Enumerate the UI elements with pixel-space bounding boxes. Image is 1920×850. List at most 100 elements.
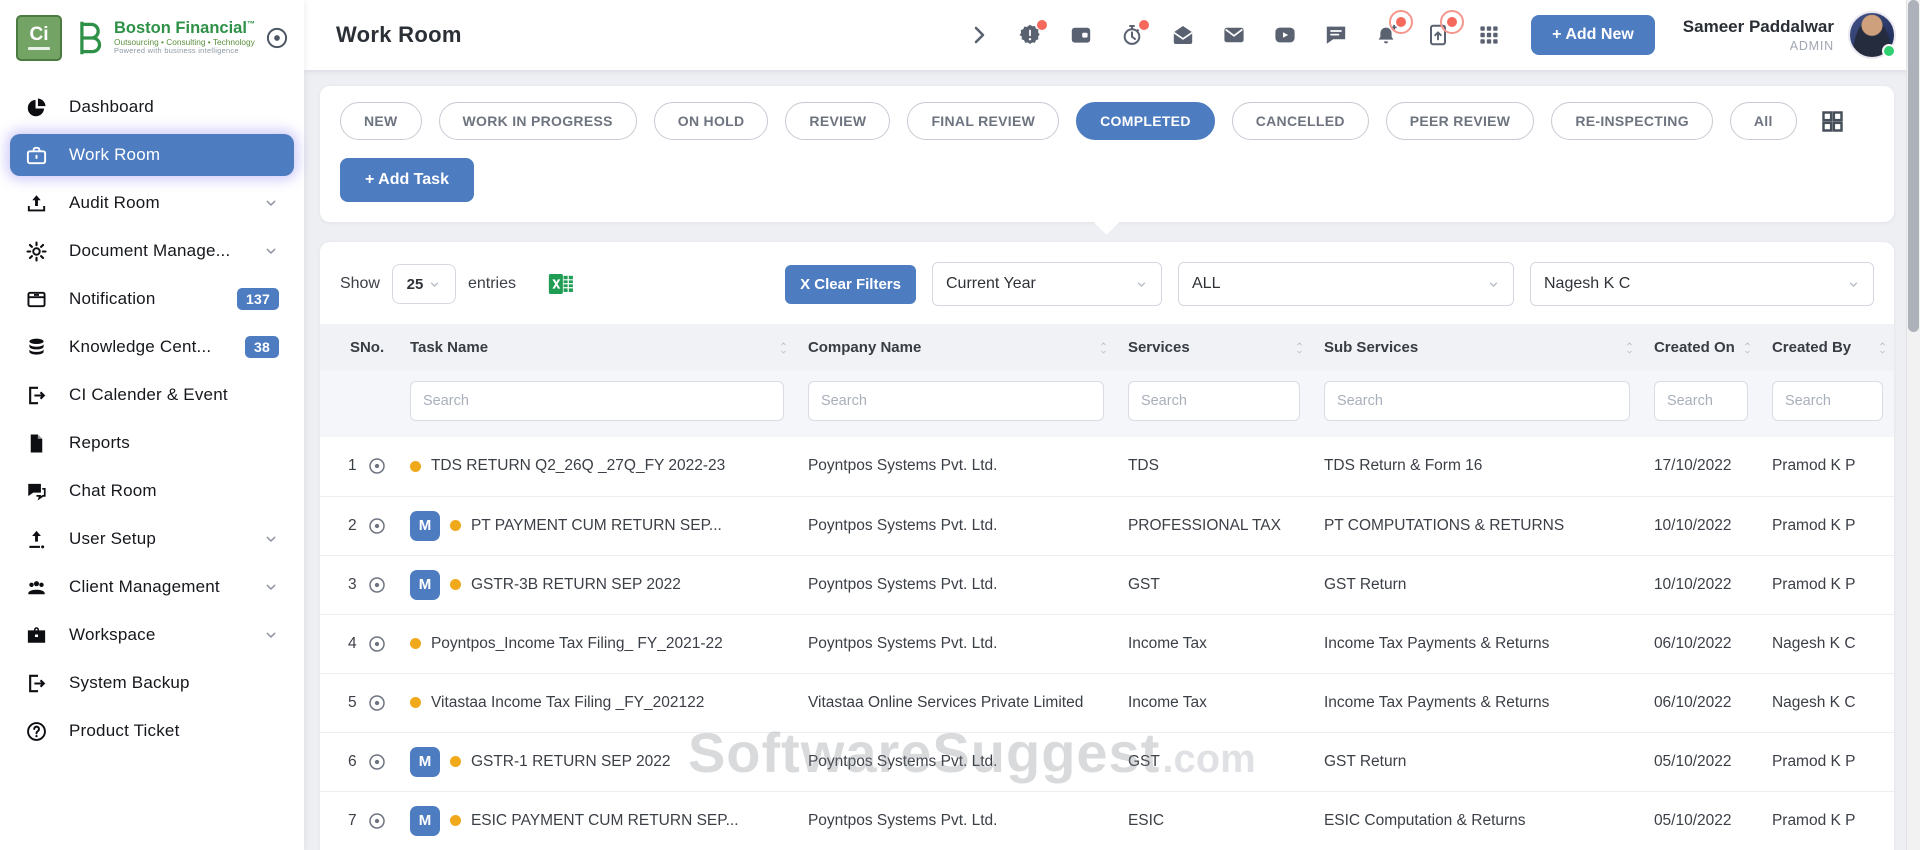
status-pill-final-review[interactable]: FINAL REVIEW (907, 102, 1059, 140)
grid-view-icon[interactable] (1819, 108, 1846, 135)
created-by: Pramod K P (1760, 496, 1894, 555)
sidebar-item-dashboard[interactable]: Dashboard (10, 86, 294, 128)
add-task-button[interactable]: + Add Task (340, 158, 474, 202)
sidebar-item-chat-room[interactable]: Chat Room (10, 470, 294, 512)
search-input-company-name[interactable] (808, 381, 1104, 421)
chevron-down-icon (263, 627, 279, 643)
sort-icons[interactable] (1624, 340, 1635, 356)
milestone-badge: M (410, 747, 440, 777)
file-up-icon[interactable] (1426, 23, 1450, 47)
sidebar-item-knowledge-cent[interactable]: Knowledge Cent...38 (10, 326, 294, 368)
status-pill-work-in-progress[interactable]: WORK IN PROGRESS (439, 102, 637, 140)
table-row[interactable]: 7MESIC PAYMENT CUM RETURN SEP...Poyntpos… (320, 791, 1894, 850)
status-pill-on-hold[interactable]: ON HOLD (654, 102, 769, 140)
status-pill-re-inspecting[interactable]: RE-INSPECTING (1551, 102, 1713, 140)
mail-icon[interactable] (1222, 23, 1246, 47)
sidebar-item-label: Reports (69, 433, 279, 453)
bell-plus-icon[interactable] (1375, 23, 1399, 47)
status-pill-cancelled[interactable]: CANCELLED (1232, 102, 1369, 140)
badge-alert-icon[interactable] (1018, 23, 1042, 47)
excel-export-icon[interactable] (546, 270, 576, 298)
sidebar-item-system-backup[interactable]: System Backup (10, 662, 294, 704)
sort-icons[interactable] (1877, 340, 1888, 356)
status-pill-review[interactable]: REVIEW (785, 102, 890, 140)
column-header-created-on[interactable]: Created On (1642, 324, 1760, 371)
video-icon[interactable] (1273, 23, 1297, 47)
column-header-services[interactable]: Services (1116, 324, 1312, 371)
entries-label: entries (468, 275, 516, 293)
view-icon[interactable] (367, 634, 387, 654)
sidebar-item-product-ticket[interactable]: Product Ticket (10, 710, 294, 752)
column-header-company-name[interactable]: Company Name (796, 324, 1116, 371)
chevron-right-icon[interactable] (967, 23, 991, 47)
company-name: Poyntpos Systems Pvt. Ltd. (796, 555, 1116, 614)
sidebar-item-audit-room[interactable]: Audit Room (10, 182, 294, 224)
sort-icons[interactable] (1742, 340, 1753, 356)
created-on: 05/10/2022 (1642, 791, 1760, 850)
sidebar-item-document-manage[interactable]: Document Manage... (10, 230, 294, 272)
sidebar-item-client-management[interactable]: Client Management (10, 566, 294, 608)
search-input-task-name[interactable] (410, 381, 784, 421)
task-name[interactable]: ESIC PAYMENT CUM RETURN SEP... (471, 812, 739, 830)
task-name[interactable]: Vitastaa Income Tax Filing _FY_202122 (431, 694, 704, 712)
table-row[interactable]: 3MGSTR-3B RETURN SEP 2022Poyntpos System… (320, 555, 1894, 614)
sidebar-item-reports[interactable]: Reports (10, 422, 294, 464)
task-name[interactable]: TDS RETURN Q2_26Q _27Q_FY 2022-23 (431, 457, 725, 475)
sidebar-item-label: Knowledge Cent... (69, 337, 245, 357)
sidebar-item-workspace[interactable]: Workspace (10, 614, 294, 656)
clear-filters-button[interactable]: X Clear Filters (785, 265, 916, 304)
exit-icon (25, 672, 48, 695)
column-header-created-by[interactable]: Created By (1760, 324, 1894, 371)
avatar[interactable] (1848, 11, 1896, 59)
sort-icons[interactable] (1294, 340, 1305, 356)
column-header-sub-services[interactable]: Sub Services (1312, 324, 1642, 371)
sidebar-item-work-room[interactable]: Work Room (10, 134, 294, 176)
sidebar-item-ci-calender-event[interactable]: CI Calender & Event (10, 374, 294, 416)
status-pill-all[interactable]: All (1730, 102, 1797, 140)
table-row[interactable]: 6MGSTR-1 RETURN SEP 2022Poyntpos Systems… (320, 732, 1894, 791)
topbar: Work Room + Add New Sameer Paddalwar ADM… (304, 0, 1920, 70)
row-number: 7 (348, 812, 358, 830)
status-pill-peer-review[interactable]: PEER REVIEW (1386, 102, 1535, 140)
year-select[interactable]: Current Year (932, 262, 1162, 306)
task-name[interactable]: GSTR-1 RETURN SEP 2022 (471, 753, 671, 771)
status-pill-completed[interactable]: COMPLETED (1076, 102, 1215, 140)
mail-open-icon[interactable] (1171, 23, 1195, 47)
vertical-scrollbar[interactable] (1906, 0, 1920, 850)
scrollbar-thumb[interactable] (1908, 0, 1919, 332)
view-icon[interactable] (367, 752, 387, 772)
view-icon[interactable] (367, 811, 387, 831)
search-input-services[interactable] (1128, 381, 1300, 421)
column-header-task-name[interactable]: Task Name (398, 324, 796, 371)
page-size-select[interactable]: 25 (392, 264, 456, 304)
view-icon[interactable] (367, 575, 387, 595)
sidebar-pin-icon[interactable] (264, 25, 290, 51)
search-input-created-by[interactable] (1772, 381, 1883, 421)
sidebar-item-user-setup[interactable]: User Setup (10, 518, 294, 560)
category-select[interactable]: ALL (1178, 262, 1514, 306)
apps-grid-icon[interactable] (1477, 23, 1501, 47)
sort-icons[interactable] (778, 340, 789, 356)
search-input-created-on[interactable] (1654, 381, 1748, 421)
task-name[interactable]: PT PAYMENT CUM RETURN SEP... (471, 517, 722, 535)
table-row[interactable]: 1TDS RETURN Q2_26Q _27Q_FY 2022-23Poyntp… (320, 437, 1894, 496)
chat-lines-icon[interactable] (1324, 23, 1348, 47)
table-row[interactable]: 4Poyntpos_Income Tax Filing_ FY_2021-22P… (320, 614, 1894, 673)
task-name[interactable]: Poyntpos_Income Tax Filing_ FY_2021-22 (431, 635, 723, 653)
view-icon[interactable] (367, 456, 387, 476)
view-icon[interactable] (367, 693, 387, 713)
search-input-sub-services[interactable] (1324, 381, 1630, 421)
task-name[interactable]: GSTR-3B RETURN SEP 2022 (471, 576, 681, 594)
add-new-button[interactable]: + Add New (1531, 15, 1655, 55)
wallet-icon[interactable] (1069, 23, 1093, 47)
view-icon[interactable] (367, 516, 387, 536)
status-dot-icon (410, 461, 421, 472)
stopwatch-icon[interactable] (1120, 23, 1144, 47)
table-row[interactable]: 5Vitastaa Income Tax Filing _FY_202122Vi… (320, 673, 1894, 732)
table-row[interactable]: 2MPT PAYMENT CUM RETURN SEP...Poyntpos S… (320, 496, 1894, 555)
status-pill-new[interactable]: NEW (340, 102, 422, 140)
sort-icons[interactable] (1098, 340, 1109, 356)
assignee-select[interactable]: Nagesh K C (1530, 262, 1874, 306)
sidebar-item-label: Product Ticket (69, 721, 279, 741)
sidebar-item-notification[interactable]: Notification137 (10, 278, 294, 320)
